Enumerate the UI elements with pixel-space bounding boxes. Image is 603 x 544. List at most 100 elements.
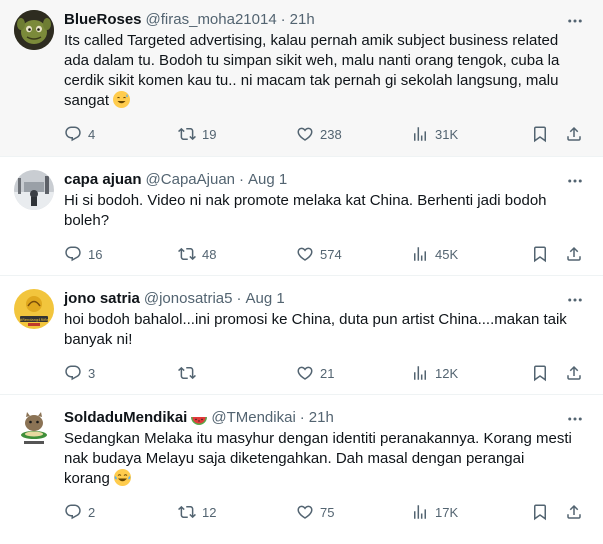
views-button[interactable]: 17K — [411, 503, 531, 521]
retweet-button[interactable]: 19 — [178, 125, 296, 143]
avatar-capa-ajuan[interactable] — [14, 170, 54, 210]
share-icon — [565, 125, 583, 143]
retweet-button[interactable]: 12 — [178, 503, 296, 521]
more-icon — [566, 172, 584, 190]
tweet-text: Sedangkan Melaka itu masyhur dengan iden… — [64, 429, 587, 489]
avatar-blueroses[interactable] — [14, 10, 54, 50]
timestamp[interactable]: Aug 1 — [248, 170, 287, 190]
bookmark-icon — [531, 364, 549, 382]
retweet-count: 48 — [202, 246, 217, 262]
timestamp[interactable]: 21h — [290, 10, 315, 30]
more-icon — [566, 12, 584, 30]
reply-icon — [64, 503, 82, 521]
retweet-icon — [178, 245, 196, 263]
share-button[interactable] — [565, 503, 583, 521]
more-options-button[interactable] — [565, 410, 585, 428]
reply-icon — [64, 125, 82, 143]
bookmark-button[interactable] — [531, 125, 565, 143]
share-icon — [565, 245, 583, 263]
separator-dot: · — [280, 11, 286, 28]
like-count: 75 — [320, 504, 335, 520]
tweet-header: jono satria @jonosatria5 · Aug 1 — [64, 289, 587, 309]
user-handle[interactable]: @jonosatria5 — [144, 289, 233, 309]
action-bar: 3 21 12K — [64, 353, 587, 393]
tweet-header: BlueRoses @firas_moha21014 · 21h — [64, 10, 587, 30]
like-count: 21 — [320, 365, 335, 381]
tweet-text-body: Its called Targeted advertising, kalau p… — [64, 32, 560, 109]
heart-icon — [296, 245, 314, 263]
views-icon — [411, 364, 429, 382]
display-name[interactable]: capa ajuan — [64, 170, 142, 190]
bookmark-icon — [531, 503, 549, 521]
tweet-header: SoldaduMendikai @TMendikai · 21h — [64, 408, 587, 428]
avatar-soldadumendikai[interactable] — [14, 408, 54, 448]
like-button[interactable]: 238 — [296, 125, 411, 143]
watermelon-icon — [191, 413, 208, 425]
tweet-jono-satria[interactable]: #Rendang4Rifle jono satria @jonosatria5 … — [0, 276, 603, 395]
views-button[interactable]: 12K — [411, 364, 531, 382]
views-icon — [411, 245, 429, 263]
bookmark-icon — [531, 245, 549, 263]
retweet-icon — [178, 125, 196, 143]
avatar-badge-text: #Rendang4Rifle — [19, 318, 49, 322]
tweet-soldadumendikai[interactable]: SoldaduMendikai @TMendikai · 21h Sedangk… — [0, 395, 603, 544]
like-button[interactable]: 75 — [296, 503, 411, 521]
display-name[interactable]: SoldaduMendikai — [64, 408, 187, 428]
tears-of-joy-emoji — [114, 469, 132, 486]
timestamp[interactable]: Aug 1 — [245, 289, 284, 309]
views-icon — [411, 503, 429, 521]
user-handle[interactable]: @CapaAjuan — [146, 170, 235, 190]
retweet-count: 12 — [202, 504, 217, 520]
like-button[interactable]: 574 — [296, 245, 411, 263]
reply-button[interactable]: 3 — [64, 364, 178, 382]
sweat-smile-emoji — [113, 91, 131, 108]
retweet-icon — [178, 503, 196, 521]
like-button[interactable]: 21 — [296, 364, 411, 382]
share-icon — [565, 503, 583, 521]
view-count: 45K — [435, 246, 459, 262]
action-bar: 16 48 574 45K — [64, 234, 587, 274]
views-button[interactable]: 31K — [411, 125, 531, 143]
timestamp[interactable]: 21h — [309, 408, 334, 428]
action-bar: 2 12 75 17K — [64, 492, 587, 532]
more-options-button[interactable] — [565, 12, 585, 30]
retweet-button[interactable]: 48 — [178, 245, 296, 263]
retweet-count: 19 — [202, 126, 217, 142]
reply-feed: BlueRoses @firas_moha21014 · 21h Its cal… — [0, 0, 603, 544]
view-count: 12K — [435, 365, 459, 381]
reply-button[interactable]: 2 — [64, 503, 178, 521]
share-button[interactable] — [565, 364, 583, 382]
user-handle[interactable]: @TMendikai — [211, 408, 295, 428]
tweet-header: capa ajuan @CapaAjuan · Aug 1 — [64, 170, 587, 190]
reply-count: 4 — [88, 126, 96, 142]
bookmark-button[interactable] — [531, 245, 565, 263]
retweet-button[interactable] — [178, 364, 296, 382]
bookmark-button[interactable] — [531, 503, 565, 521]
separator-dot: · — [239, 171, 244, 188]
tweet-capa-ajuan[interactable]: capa ajuan @CapaAjuan · Aug 1 Hi si bodo… — [0, 157, 603, 276]
display-name[interactable]: jono satria — [64, 289, 140, 309]
reply-button[interactable]: 4 — [64, 125, 178, 143]
heart-icon — [296, 503, 314, 521]
separator-dot: · — [299, 409, 305, 426]
tweet-text: Hi si bodoh. Video ni nak promote melaka… — [64, 192, 547, 229]
reply-button[interactable]: 16 — [64, 245, 178, 263]
display-name[interactable]: BlueRoses — [64, 10, 142, 30]
views-button[interactable]: 45K — [411, 245, 531, 263]
action-bar: 4 19 238 31K — [64, 114, 587, 154]
heart-icon — [296, 364, 314, 382]
share-button[interactable] — [565, 245, 583, 263]
separator-dot: · — [236, 290, 242, 307]
share-button[interactable] — [565, 125, 583, 143]
views-icon — [411, 125, 429, 143]
more-options-button[interactable] — [565, 291, 585, 309]
like-count: 574 — [320, 246, 342, 262]
tweet-text-body: Sedangkan Melaka itu masyhur dengan iden… — [64, 430, 572, 487]
reply-icon — [64, 245, 82, 263]
more-options-button[interactable] — [565, 172, 585, 190]
avatar-jono-satria[interactable]: #Rendang4Rifle — [14, 289, 54, 329]
reply-count: 16 — [88, 246, 103, 262]
user-handle[interactable]: @firas_moha21014 — [146, 10, 277, 30]
bookmark-button[interactable] — [531, 364, 565, 382]
tweet-blueroses[interactable]: BlueRoses @firas_moha21014 · 21h Its cal… — [0, 0, 603, 157]
